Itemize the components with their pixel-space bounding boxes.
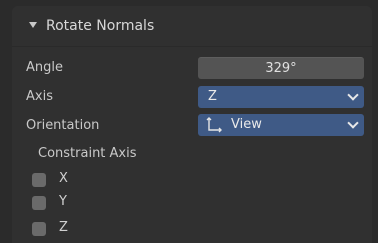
constraint-y-checkbox[interactable] <box>32 196 46 210</box>
operator-redo-panel-frame: Rotate Normals Angle 329° Axis Z Orienta… <box>0 0 378 243</box>
constraint-y-label[interactable]: Y <box>59 194 67 209</box>
panel-title: Rotate Normals <box>46 18 155 34</box>
orientation-label: Orientation <box>26 118 100 133</box>
axis-label: Axis <box>26 89 53 104</box>
header-divider <box>12 46 372 47</box>
collapse-triangle-icon[interactable] <box>29 22 37 28</box>
constraint-x-checkbox[interactable] <box>32 173 46 187</box>
constraint-z-label[interactable]: Z <box>59 220 68 235</box>
constraint-x-label[interactable]: X <box>59 171 68 186</box>
constraint-z-checkbox[interactable] <box>32 222 46 236</box>
axis-dropdown-value: Z <box>208 89 217 104</box>
transform-orientation-icon <box>205 116 223 138</box>
chevron-down-icon <box>347 89 359 101</box>
angle-label: Angle <box>26 60 63 75</box>
panel-header[interactable]: Rotate Normals <box>12 6 372 46</box>
orientation-dropdown-value: View <box>231 117 262 132</box>
rotate-normals-panel: Rotate Normals Angle 329° Axis Z Orienta… <box>12 6 372 243</box>
chevron-down-icon <box>347 117 359 129</box>
axis-dropdown[interactable]: Z <box>198 86 364 108</box>
orientation-dropdown[interactable]: View <box>198 114 364 136</box>
constraint-axis-label: Constraint Axis <box>38 146 137 161</box>
angle-field[interactable]: 329° <box>198 57 364 79</box>
